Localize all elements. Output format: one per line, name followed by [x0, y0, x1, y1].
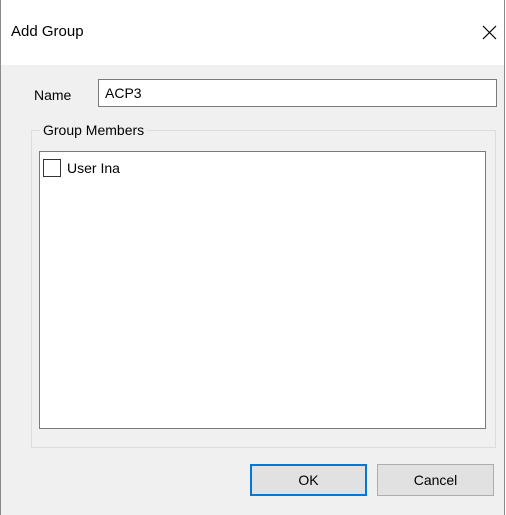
title-bar: Add Group	[1, 0, 504, 65]
list-item[interactable]: User Ina	[43, 159, 120, 177]
group-members-legend: Group Members	[40, 122, 148, 138]
cancel-button[interactable]: Cancel	[377, 464, 494, 496]
member-label: User Ina	[67, 160, 120, 176]
close-button[interactable]	[475, 18, 503, 46]
member-checkbox[interactable]	[43, 159, 61, 177]
add-group-dialog: Add Group Name Group Members User Ina OK…	[0, 0, 505, 515]
name-label: Name	[34, 87, 72, 103]
dialog-title: Add Group	[11, 23, 84, 40]
name-field[interactable]	[98, 79, 497, 107]
ok-button[interactable]: OK	[250, 464, 367, 496]
group-members-list[interactable]: User Ina	[39, 151, 486, 429]
close-icon	[482, 25, 496, 39]
